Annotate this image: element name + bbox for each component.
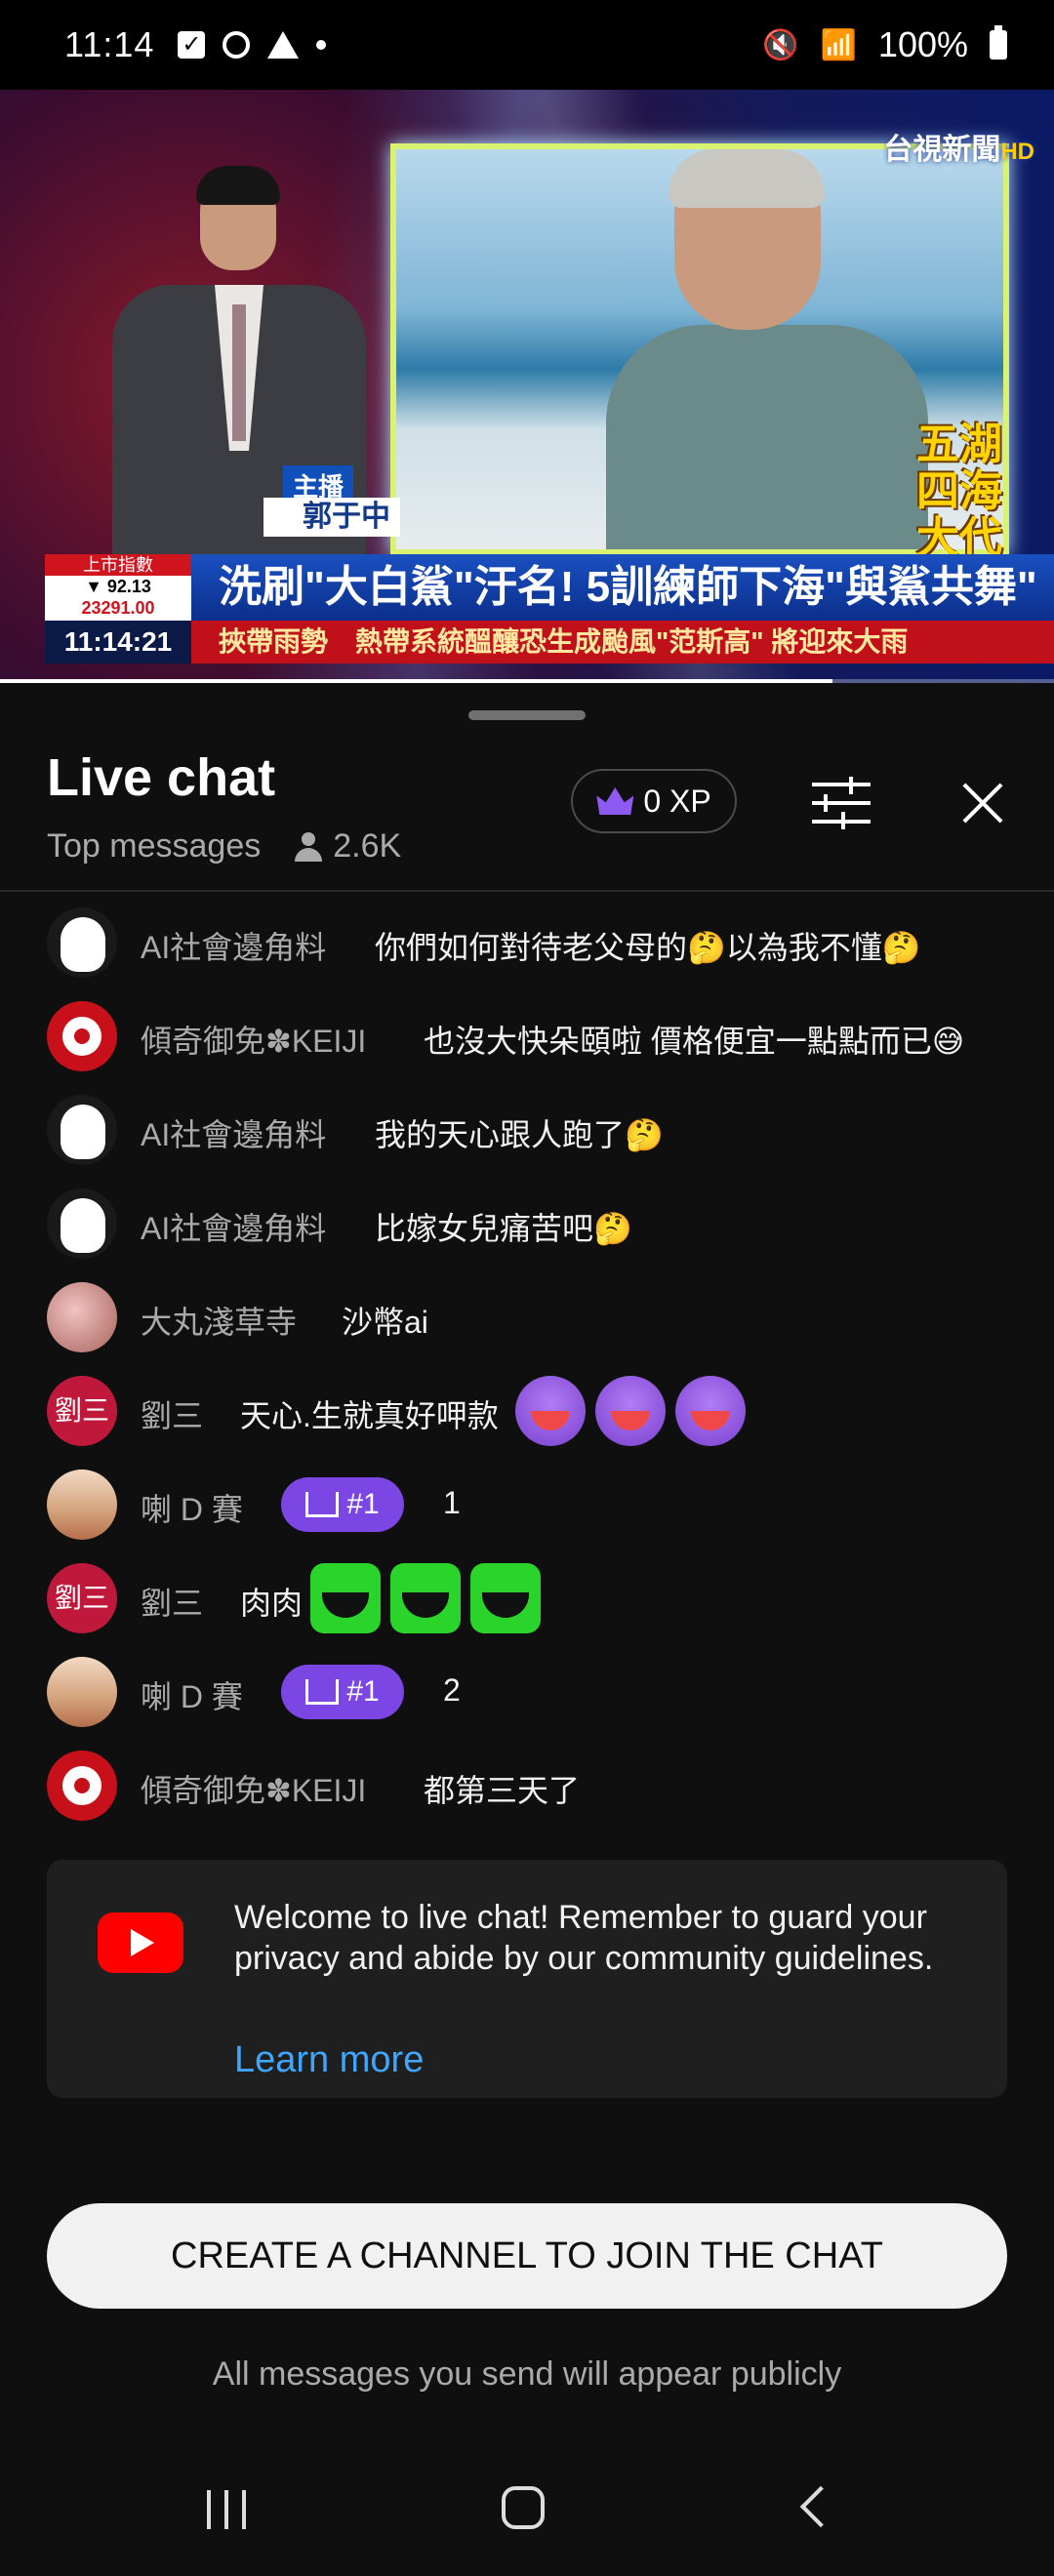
xp-label: 0 XP bbox=[643, 783, 711, 819]
check-notification-icon: ✓ bbox=[178, 31, 206, 59]
status-bar: 11:14 ✓ 🔇 📶 100% bbox=[0, 0, 1054, 90]
avatar[interactable] bbox=[47, 1188, 117, 1259]
laughing-emoji-icon bbox=[675, 1376, 746, 1446]
broadcast-clock: 11:14:21 bbox=[45, 621, 191, 664]
avatar[interactable] bbox=[47, 1751, 117, 1821]
chat-message-text: 都第三天了 bbox=[424, 1773, 581, 1808]
chat-message-text: 1 bbox=[443, 1485, 461, 1520]
green-laugh-emoji-icon bbox=[390, 1563, 461, 1633]
ticker-change: ▼ 92.13 bbox=[85, 577, 151, 596]
chat-author[interactable]: 劉三 bbox=[141, 1579, 203, 1624]
chat-author[interactable]: AI社會邊角料 bbox=[141, 1204, 326, 1249]
avatar[interactable] bbox=[47, 1469, 117, 1540]
member-badge: #1 bbox=[281, 1477, 404, 1532]
chat-message[interactable]: 傾奇御免✽KEIJI 也沒大快朵頤啦 價格便宜一點點而已😅 bbox=[0, 989, 1054, 1083]
chat-message-text: 也沒大快朵頤啦 價格便宜一點點而已😅 bbox=[424, 1024, 965, 1059]
person-icon bbox=[294, 831, 323, 862]
chat-title: Live chat bbox=[47, 748, 276, 807]
video-player[interactable]: 台視新聞HD 五湖四海大代誌 主播 郭于中 上市指數 ▼ 92.13 23291… bbox=[0, 90, 1054, 683]
battery-icon bbox=[990, 25, 1007, 60]
welcome-text: Welcome to live chat! Remember to guard … bbox=[234, 1899, 934, 1977]
chat-settings-icon[interactable] bbox=[812, 777, 871, 829]
emoji-group bbox=[310, 1563, 550, 1633]
warning-notification-icon bbox=[267, 31, 300, 59]
avatar[interactable] bbox=[47, 1095, 117, 1165]
anchor-name: 郭于中 bbox=[264, 498, 400, 537]
avatar[interactable] bbox=[47, 907, 117, 978]
news-crawl: 挾帶雨勢 熱帶系統醞釀恐生成颱風"范斯高" 將迎來大雨 bbox=[191, 621, 1054, 664]
wifi-icon: 📶 bbox=[820, 28, 857, 61]
green-laugh-emoji-icon bbox=[310, 1563, 381, 1633]
system-nav-bar bbox=[0, 2447, 1054, 2576]
avatar[interactable]: 劉三 bbox=[47, 1376, 117, 1446]
drag-handle[interactable] bbox=[468, 710, 586, 720]
chat-message-text: 天心.生就真好呷款 bbox=[240, 1398, 499, 1433]
chat-message-text: 你們如何對待老父母的🤔以為我不懂🤔 bbox=[375, 930, 921, 965]
chat-message-text: 2 bbox=[443, 1672, 461, 1708]
chat-author[interactable]: 大丸淺草寺 bbox=[141, 1298, 297, 1343]
chat-author[interactable]: AI社會邊角料 bbox=[141, 1110, 326, 1155]
viewer-count-value: 2.6K bbox=[333, 827, 402, 865]
badge-rank: #1 bbox=[346, 1675, 380, 1708]
live-chat-panel: Live chat Top messages 2.6K 0 XP AI社會邊角料… bbox=[0, 683, 1054, 2576]
sync-notification-icon bbox=[223, 31, 251, 59]
chat-message-text: 比嫁女兒痛苦吧🤔 bbox=[375, 1211, 632, 1246]
member-badge: #1 bbox=[281, 1665, 404, 1719]
recent-apps-icon[interactable] bbox=[207, 2490, 250, 2529]
chat-author[interactable]: 喇 D 賽 bbox=[141, 1672, 243, 1717]
chat-message[interactable]: 喇 D 賽 #1 1 bbox=[0, 1458, 1054, 1551]
more-notifications-dot-icon bbox=[316, 40, 327, 50]
avatar[interactable]: 劉三 bbox=[47, 1563, 117, 1633]
close-icon[interactable] bbox=[960, 781, 1005, 825]
crown-icon bbox=[596, 787, 634, 815]
crown-icon bbox=[305, 1492, 340, 1517]
news-headline: 洗刷"大白鯊"汙名! 5訓練師下海"與鯊共舞" bbox=[191, 554, 1054, 621]
learn-more-link[interactable]: Learn more bbox=[234, 2039, 424, 2081]
status-time: 11:14 bbox=[64, 24, 155, 64]
chat-message[interactable]: AI社會邊角料 你們如何對待老父母的🤔以為我不懂🤔 bbox=[0, 896, 1054, 989]
chat-message-text: 沙幣ai bbox=[342, 1305, 428, 1340]
viewer-count: 2.6K bbox=[294, 827, 401, 865]
header-divider bbox=[0, 890, 1054, 892]
ticker-value: 23291.00 bbox=[81, 598, 155, 618]
chat-author[interactable]: 傾奇御免✽KEIJI bbox=[141, 1017, 366, 1062]
stock-ticker: 上市指數 ▼ 92.13 23291.00 bbox=[45, 554, 191, 621]
crown-icon bbox=[305, 1679, 340, 1705]
green-laugh-emoji-icon bbox=[470, 1563, 541, 1633]
public-messages-note: All messages you send will appear public… bbox=[212, 2355, 842, 2393]
chat-message-text: 肉肉 bbox=[240, 1586, 304, 1621]
emoji-group bbox=[515, 1376, 755, 1446]
chat-author[interactable]: 劉三 bbox=[141, 1391, 203, 1436]
chat-message[interactable]: AI社會邊角料 比嫁女兒痛苦吧🤔 bbox=[0, 1177, 1054, 1270]
mute-icon: 🔇 bbox=[762, 28, 799, 61]
chat-message[interactable]: 大丸淺草寺 沙幣ai bbox=[0, 1270, 1054, 1364]
avatar[interactable] bbox=[47, 1001, 117, 1071]
chat-message[interactable]: AI社會邊角料 我的天心跟人跑了🤔 bbox=[0, 1083, 1054, 1177]
home-icon[interactable] bbox=[502, 2486, 545, 2529]
chat-author[interactable]: AI社會邊角料 bbox=[141, 923, 326, 968]
avatar[interactable] bbox=[47, 1657, 117, 1727]
chat-message[interactable]: 劉三 劉三 天心.生就真好呷款 bbox=[0, 1364, 1054, 1458]
badge-rank: #1 bbox=[346, 1488, 380, 1520]
battery-level: 100% bbox=[877, 24, 968, 64]
chat-author[interactable]: 喇 D 賽 bbox=[141, 1485, 243, 1530]
chat-author[interactable]: 傾奇御免✽KEIJI bbox=[141, 1766, 366, 1811]
laughing-emoji-icon bbox=[515, 1376, 586, 1446]
chat-message[interactable]: 傾奇御免✽KEIJI 都第三天了 bbox=[0, 1739, 1054, 1832]
xp-button[interactable]: 0 XP bbox=[571, 769, 737, 833]
chat-message[interactable]: 喇 D 賽 #1 2 bbox=[0, 1645, 1054, 1739]
chat-message-text: 我的天心跟人跑了🤔 bbox=[375, 1117, 664, 1152]
chat-message[interactable]: 劉三 劉三 肉肉 bbox=[0, 1551, 1054, 1645]
ticker-label: 上市指數 bbox=[45, 554, 191, 576]
laughing-emoji-icon bbox=[595, 1376, 666, 1446]
chat-mode-selector[interactable]: Top messages bbox=[47, 827, 261, 865]
youtube-logo-icon bbox=[98, 1912, 183, 1973]
welcome-card: Welcome to live chat! Remember to guard … bbox=[47, 1860, 1007, 2098]
back-icon[interactable] bbox=[799, 2485, 842, 2528]
channel-logo: 台視新聞HD bbox=[883, 134, 1034, 166]
create-channel-button[interactable]: CREATE A CHANNEL TO JOIN THE CHAT bbox=[47, 2203, 1007, 2309]
avatar[interactable] bbox=[47, 1282, 117, 1352]
